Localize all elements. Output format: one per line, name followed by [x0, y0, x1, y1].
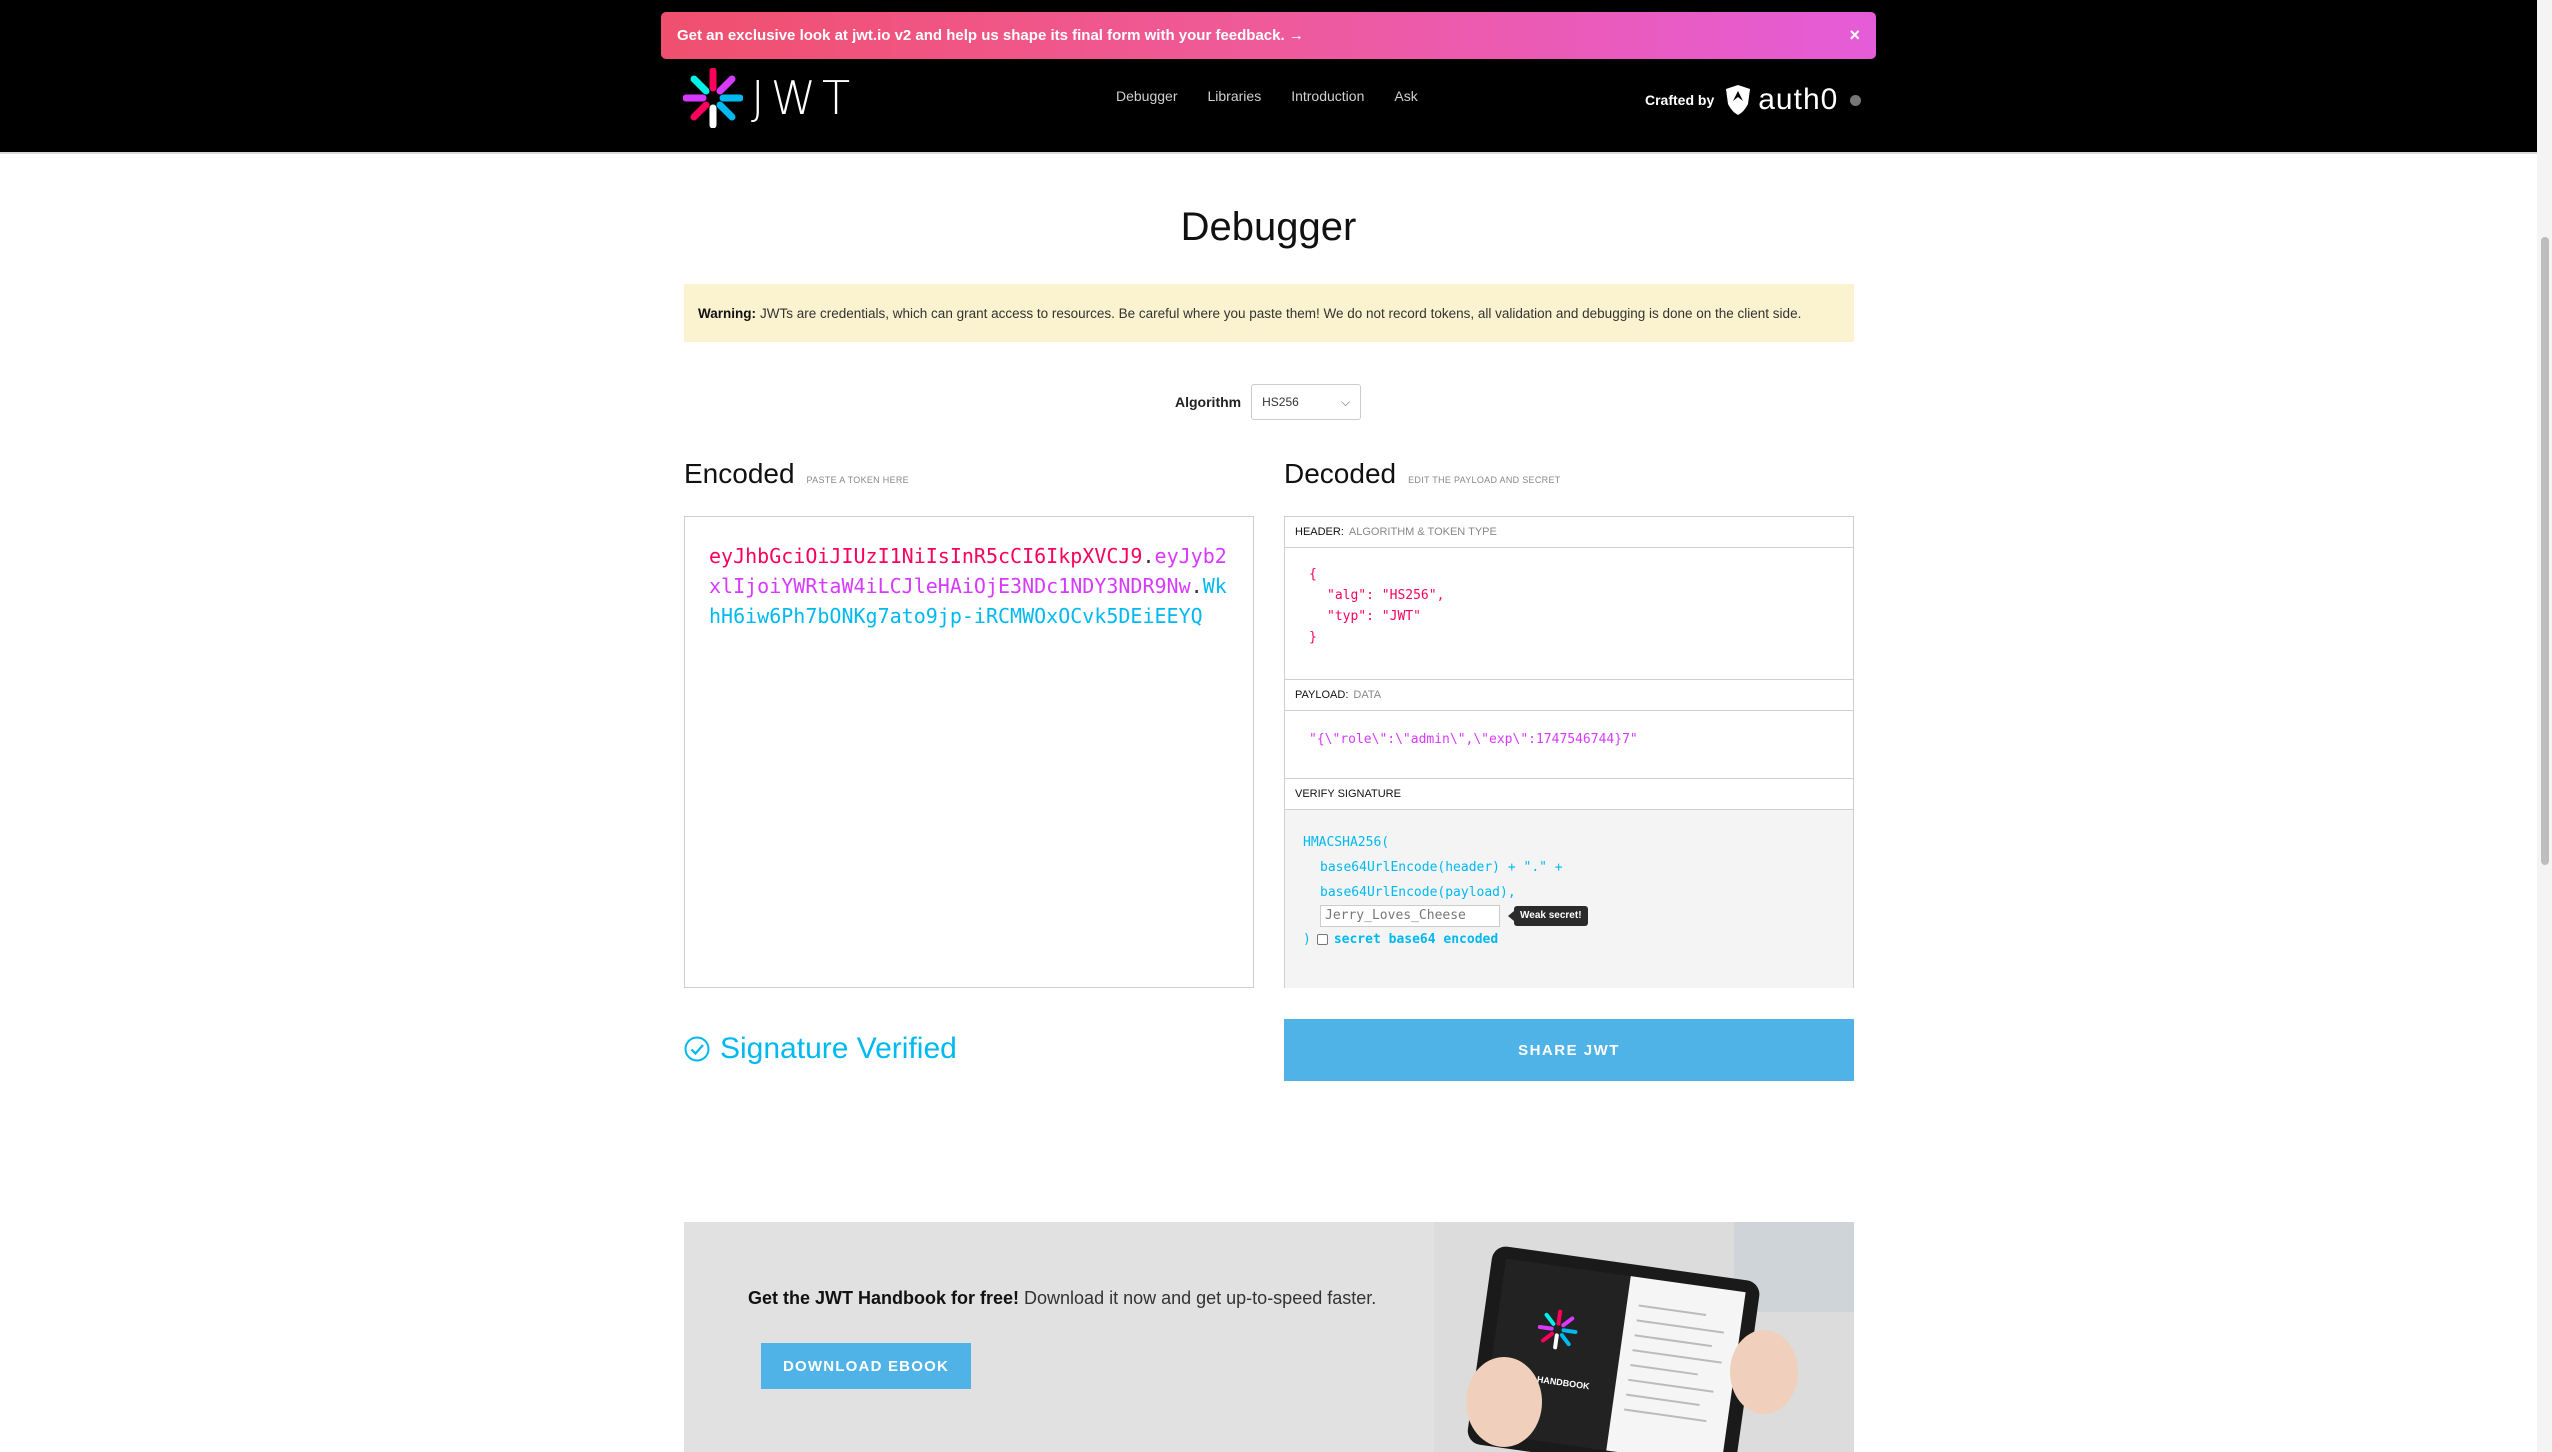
base64-checkbox[interactable]	[1316, 934, 1328, 945]
site-header: Get an exclusive look at jwt.io v2 and h…	[0, 0, 2537, 152]
auth0-shield-icon	[1726, 85, 1751, 115]
promo-text[interactable]: Get an exclusive look at jwt.io v2 and h…	[677, 27, 1849, 44]
hmac-fn-line: HMACSHA256(	[1303, 835, 1390, 850]
nav-debugger[interactable]: Debugger	[1116, 88, 1178, 104]
jwt-logo[interactable]: JWT	[683, 68, 856, 128]
token-header-part: eyJhbGciOiJIUzI1NiIsInR5cCI6IkpXVCJ9	[709, 544, 1143, 568]
json-close-brace: }	[1309, 630, 1317, 645]
algorithm-picker: Algorithm HS256 ⌵	[1175, 384, 1362, 420]
crafted-by-label: Crafted by	[1645, 92, 1715, 108]
signature-status: Signature Verified	[684, 1032, 957, 1066]
hmac-payload-line: base64UrlEncode(payload),	[1320, 885, 1516, 900]
chevron-down-icon: ⌵	[1341, 394, 1351, 409]
token-dot: .	[1190, 574, 1203, 598]
header-section-label: HEADER:	[1295, 526, 1344, 538]
encoded-subtitle: PASTE A TOKEN HERE	[806, 475, 909, 485]
header-divider	[0, 152, 2537, 154]
ebook-banner: Get the JWT Handbook for free! Download …	[684, 1222, 1854, 1452]
info-icon[interactable]	[1850, 94, 1862, 106]
warning-text: JWTs are credentials, which can grant ac…	[760, 305, 1802, 321]
nav-libraries[interactable]: Libraries	[1208, 88, 1262, 104]
secret-row: Jerry_Loves_Cheese Weak secret!	[1303, 905, 1835, 927]
base64-row: ) secret base64 encoded	[1303, 927, 1835, 952]
jwt-star-icon	[683, 68, 743, 128]
scrollbar-thumb[interactable]	[2541, 237, 2549, 865]
warning-label: Warning:	[698, 305, 756, 321]
payload-section-sublabel: DATA	[1353, 689, 1382, 701]
header-section-sublabel: ALGORITHM & TOKEN TYPE	[1348, 526, 1497, 538]
ebook-title: Get the JWT Handbook for free!	[748, 1288, 1020, 1308]
decoded-title: Decoded	[1284, 458, 1397, 489]
hmac-header-line: base64UrlEncode(header) + "." +	[1320, 860, 1563, 875]
close-icon[interactable]: ×	[1849, 25, 1860, 46]
secret-input[interactable]: Jerry_Loves_Cheese	[1320, 905, 1500, 927]
ebook-text: Get the JWT Handbook for free! Download …	[748, 1288, 1376, 1309]
promo-banner[interactable]: Get an exclusive look at jwt.io v2 and h…	[661, 12, 1876, 59]
algorithm-select[interactable]: HS256 ⌵	[1251, 384, 1362, 420]
hmac-close-paren: )	[1303, 932, 1311, 947]
payload-section-label: PAYLOAD:	[1295, 689, 1349, 701]
payload-text: "{\"role\":\"admin\",\"exp\":1747546744}…	[1309, 732, 1638, 747]
warning-banner: Warning: JWTs are credentials, which can…	[684, 284, 1854, 342]
verify-signature-panel: HMACSHA256( base64UrlEncode(header) + ".…	[1285, 810, 1853, 988]
auth0-logo-text: auth0	[1758, 83, 1839, 116]
verify-section-label: VERIFY SIGNATURE	[1295, 788, 1401, 800]
encoded-heading: Encoded PASTE A TOKEN HERE	[684, 458, 909, 490]
payload-json-editor[interactable]: "{\"role\":\"admin\",\"exp\":1747546744}…	[1285, 711, 1853, 779]
encoded-token-input[interactable]: eyJhbGciOiJIUzI1NiIsInR5cCI6IkpXVCJ9.eyJ…	[684, 516, 1254, 988]
decoded-heading: Decoded EDIT THE PAYLOAD AND SECRET	[1284, 458, 1561, 490]
nav-ask[interactable]: Ask	[1394, 88, 1417, 104]
token-dot: .	[1142, 544, 1155, 568]
ebook-desc: Download it now and get up-to-speed fast…	[1024, 1288, 1377, 1308]
page-title: Debugger	[1180, 205, 1357, 249]
check-circle-icon	[684, 1036, 710, 1062]
json-alg-line: "alg": "HS256",	[1327, 588, 1445, 603]
logo-text: JWT	[751, 71, 857, 125]
decoded-panel: HEADER: ALGORITHM & TOKEN TYPE { "alg": …	[1284, 516, 1854, 988]
algorithm-value: HS256	[1262, 395, 1299, 409]
decoded-subtitle: EDIT THE PAYLOAD AND SECRET	[1408, 475, 1561, 485]
nav-introduction[interactable]: Introduction	[1291, 88, 1364, 104]
base64-label[interactable]: secret base64 encoded	[1334, 927, 1498, 952]
signature-status-text: Signature Verified	[720, 1032, 957, 1065]
main-nav: Debugger Libraries Introduction Ask	[1116, 88, 1448, 104]
tablet-illustration: JWT HANDBOOK	[1434, 1222, 1854, 1452]
crafted-by[interactable]: Crafted by auth0	[1645, 83, 1862, 117]
verify-section-title: VERIFY SIGNATURE	[1285, 779, 1853, 810]
algorithm-label: Algorithm	[1175, 394, 1242, 410]
share-jwt-button[interactable]: SHARE JWT	[1284, 1019, 1854, 1081]
json-typ-line: "typ": "JWT"	[1327, 609, 1421, 624]
encoded-title: Encoded	[684, 458, 795, 489]
payload-section-title: PAYLOAD: DATA	[1285, 680, 1853, 711]
header-json-editor[interactable]: { "alg": "HS256", "typ": "JWT" }	[1285, 548, 1853, 680]
header-section-title: HEADER: ALGORITHM & TOKEN TYPE	[1285, 517, 1853, 548]
json-open-brace: {	[1309, 567, 1317, 582]
scrollbar[interactable]	[2537, 0, 2552, 1452]
download-ebook-button[interactable]: DOWNLOAD EBOOK	[761, 1343, 971, 1389]
weak-secret-tooltip: Weak secret!	[1508, 906, 1588, 926]
